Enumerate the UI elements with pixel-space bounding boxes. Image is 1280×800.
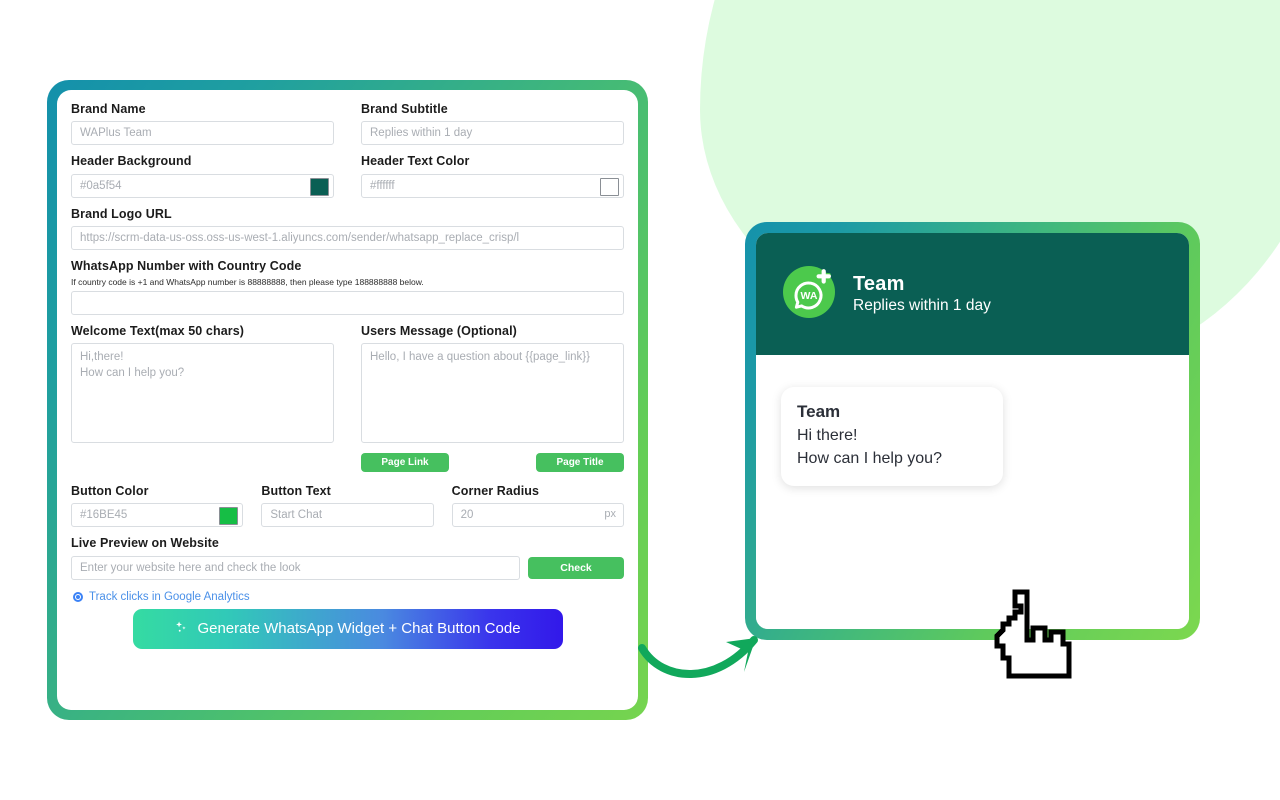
- users-message-textarea[interactable]: [361, 343, 624, 444]
- field-brand-name: Brand Name: [71, 102, 334, 146]
- field-button-text: Button Text: [261, 484, 434, 528]
- radio-selected-icon[interactable]: [73, 591, 83, 602]
- brand-name-input[interactable]: [71, 121, 334, 146]
- field-live-preview: Live Preview on Website Check: [71, 536, 624, 580]
- whatsapp-number-input[interactable]: [71, 290, 624, 315]
- button-text-label: Button Text: [261, 484, 331, 499]
- header-text-color-input[interactable]: [361, 173, 624, 198]
- welcome-text-label: Welcome Text(max 50 chars): [71, 323, 245, 338]
- form-card-inner: Brand Name Brand Subtitle Header Backgro…: [57, 90, 638, 710]
- chat-bubble-line-2: How can I help you?: [797, 450, 942, 468]
- field-welcome-text: Welcome Text(max 50 chars): [71, 324, 334, 472]
- field-brand-subtitle: Brand Subtitle: [361, 102, 624, 146]
- button-color-label: Button Color: [71, 484, 149, 499]
- field-users-message: Users Message (Optional) Page Link Page …: [361, 323, 624, 473]
- generate-code-button[interactable]: Generate WhatsApp Widget + Chat Button C…: [132, 608, 563, 649]
- widget-subtitle: Replies within 1 day: [853, 297, 991, 314]
- header-text-color-swatch[interactable]: [600, 177, 619, 196]
- brand-subtitle-label: Brand Subtitle: [361, 102, 448, 116]
- field-whatsapp-number: WhatsApp Number with Country Code If cou…: [71, 259, 624, 315]
- insert-page-title-button[interactable]: Page Title: [536, 453, 624, 473]
- header-text-color-label: Header Text Color: [361, 154, 470, 169]
- widget-header-text: Team Replies within 1 day: [853, 273, 991, 316]
- chat-bubble: Team Hi there! How can I help you?: [781, 387, 1003, 487]
- brand-subtitle-input[interactable]: [361, 121, 624, 146]
- widget-generator-form-card: Brand Name Brand Subtitle Header Backgro…: [47, 80, 648, 720]
- field-corner-radius: Corner Radius px: [451, 484, 624, 528]
- track-analytics-label: Track clicks in Google Analytics: [89, 590, 250, 603]
- screen-root: Brand Name Brand Subtitle Header Backgro…: [0, 0, 1280, 800]
- whatsapp-number-hint: If country code is +1 and WhatsApp numbe…: [71, 276, 424, 287]
- field-brand-logo-url: Brand Logo URL: [71, 206, 624, 251]
- pointing-arrow-icon: [636, 612, 786, 697]
- svg-text:WA: WA: [801, 290, 818, 302]
- sparkle-icon: [174, 620, 189, 637]
- chat-bubble-line-1: Hi there!: [797, 426, 858, 444]
- header-background-label: Header Background: [71, 154, 192, 169]
- widget-body: Team Hi there! How can I help you? Start…: [756, 355, 1189, 629]
- field-header-background: Header Background: [71, 154, 334, 198]
- generate-code-button-label: Generate WhatsApp Widget + Chat Button C…: [197, 620, 521, 638]
- button-color-swatch[interactable]: [219, 507, 239, 526]
- brand-logo-url-input[interactable]: [71, 226, 624, 251]
- insert-page-link-button[interactable]: Page Link: [361, 453, 449, 473]
- hand-pointer-cursor-icon: [985, 584, 1077, 689]
- widget-inner: WA Team Replies within 1 day Team Hi the…: [756, 233, 1189, 629]
- brand-logo-url-label: Brand Logo URL: [71, 206, 172, 221]
- chat-bubble-sender: Team: [797, 402, 841, 421]
- brand-name-label: Brand Name: [71, 102, 146, 116]
- button-color-input[interactable]: [71, 503, 244, 528]
- live-preview-label: Live Preview on Website: [71, 536, 219, 551]
- track-analytics-option[interactable]: Track clicks in Google Analytics: [73, 591, 624, 603]
- field-button-color: Button Color: [71, 484, 244, 528]
- header-background-color-swatch[interactable]: [310, 177, 329, 196]
- widget-title: Team: [853, 272, 905, 295]
- corner-radius-label: Corner Radius: [451, 484, 540, 499]
- check-button[interactable]: Check: [528, 556, 624, 579]
- field-header-text-color: Header Text Color: [361, 154, 624, 198]
- corner-radius-input[interactable]: [451, 503, 624, 528]
- live-preview-input[interactable]: [71, 555, 520, 580]
- header-background-input[interactable]: [71, 173, 334, 198]
- widget-header: WA Team Replies within 1 day: [756, 233, 1189, 355]
- whatsapp-number-label: WhatsApp Number with Country Code: [71, 259, 302, 274]
- corner-radius-unit: px: [604, 508, 616, 521]
- whatsapp-widget-preview: WA Team Replies within 1 day Team Hi the…: [745, 222, 1200, 640]
- welcome-text-textarea[interactable]: [71, 343, 334, 444]
- users-message-label: Users Message (Optional): [361, 323, 517, 338]
- button-text-input[interactable]: [261, 503, 434, 528]
- wa-plus-logo-icon: WA: [782, 265, 836, 324]
